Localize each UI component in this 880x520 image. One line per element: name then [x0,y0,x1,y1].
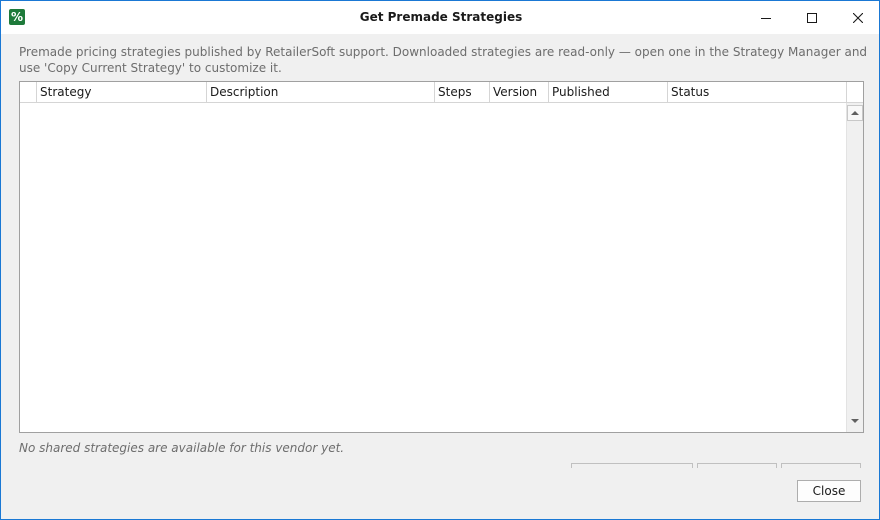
column-header-description[interactable]: Description [206,82,434,102]
scroll-up-button[interactable] [847,105,863,121]
close-button[interactable]: Close [797,480,861,502]
hidden-button-edge [697,463,777,468]
column-header-strategy[interactable]: Strategy [36,82,206,102]
maximize-icon [807,12,817,23]
arrow-up-icon [851,111,859,115]
vertical-scrollbar[interactable] [846,103,863,432]
grid-header: Strategy Description Steps Version Publi… [20,82,863,103]
close-icon [853,12,863,23]
hidden-button-edge [571,463,693,468]
row-header-corner [20,82,36,102]
description-text: Premade pricing strategies published by … [19,45,868,75]
column-header-published[interactable]: Published [548,82,667,102]
title-bar[interactable]: % Get Premade Strategies [1,1,879,34]
minimize-icon [761,17,771,19]
header-filler [846,82,863,102]
hidden-button-edge [781,463,861,468]
scroll-down-button[interactable] [847,413,863,429]
maximize-button[interactable] [789,1,835,34]
minimize-button[interactable] [743,1,789,34]
column-header-version[interactable]: Version [489,82,548,102]
column-header-status[interactable]: Status [667,82,846,102]
premade-strategies-window: % Get Premade Strategies Premade pricing… [0,0,880,520]
close-window-button[interactable] [835,1,879,34]
arrow-down-icon [851,419,859,423]
strategies-grid[interactable]: Strategy Description Steps Version Publi… [19,81,864,433]
empty-state-message: No shared strategies are available for t… [19,441,345,455]
column-header-steps[interactable]: Steps [434,82,489,102]
